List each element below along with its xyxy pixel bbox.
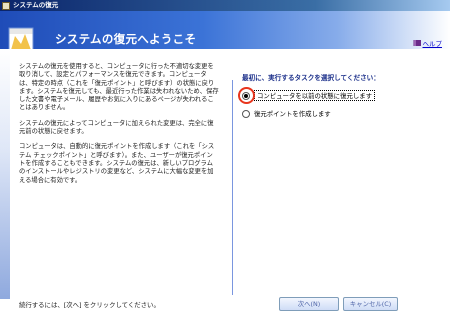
radio-button[interactable] [242,109,250,118]
main-panel: システムの復元を使用すると、コンピュータに行った不適切な変更を取り消して、設定と… [10,49,442,299]
description-column: システムの復元を使用すると、コンピュータに行った不適切な変更を取り消して、設定と… [19,63,219,192]
task-selection-column: 最初に、実行するタスクを選択してください： コンピュータを以前の状態に復元します… [238,74,432,119]
header-banner: システムの復元へようこそ [0,11,450,57]
description-paragraph: コンピュータは、自動的に復元ポイントを作成します（これを「システム チェックポイ… [19,143,215,184]
option-restore-computer[interactable]: コンピュータを以前の状態に復元します [242,90,432,101]
task-prompt: 最初に、実行するタスクを選択してください： [242,74,380,82]
highlight-ring [238,87,255,104]
description-paragraph: システムの復元を使用すると、コンピュータに行った不適切な変更を取り消して、設定と… [19,63,219,112]
help-link-label: ヘルプ [422,40,443,48]
vertical-divider [232,80,233,295]
system-restore-app-icon [2,1,10,10]
footer-instruction: 続行するには、[次へ] をクリックしてください。 [19,301,160,309]
page-title: システムの復元へようこそ [55,32,197,46]
window-title: システムの復元 [13,1,59,9]
option-label: 復元ポイントを作成します [254,110,331,118]
next-button[interactable]: 次へ(N) [279,297,339,311]
description-paragraph: システムの復元によってコンピュータに加えられた変更は、完全に復元前の状態に戻せま… [19,119,214,136]
left-gradient-strip [0,49,10,299]
option-label: コンピュータを以前の状態に復元します [254,90,376,101]
cancel-button[interactable]: キャンセル(C) [343,297,398,311]
option-create-restore-point[interactable]: 復元ポイントを作成します [242,108,432,119]
help-book-icon [413,40,421,46]
window-titlebar[interactable]: システムの復元 [0,0,450,11]
help-link[interactable]: ヘルプ [413,38,443,48]
